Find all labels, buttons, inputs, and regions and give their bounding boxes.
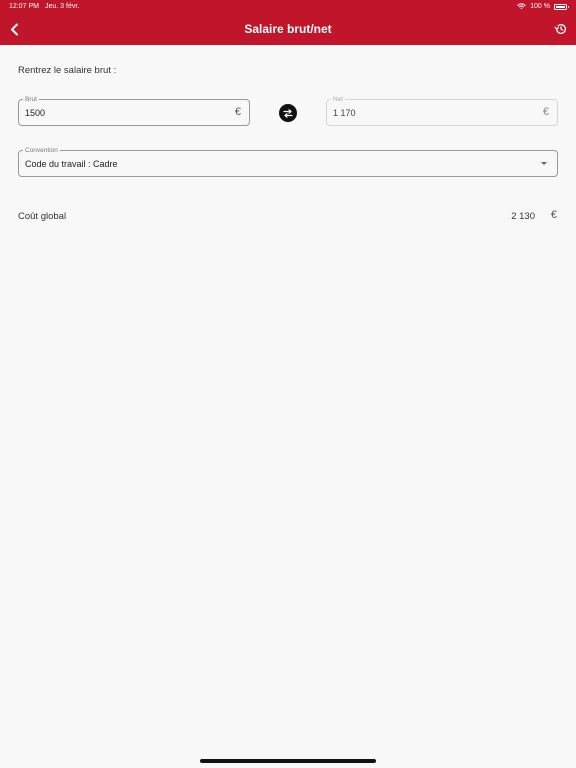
history-icon bbox=[554, 23, 567, 35]
status-bar: 12:07 PM Jeu. 3 févr. 100 % bbox=[0, 0, 576, 14]
wifi-icon bbox=[517, 3, 526, 10]
brut-euro-icon: € bbox=[234, 106, 241, 118]
cost-label: Coût global bbox=[18, 211, 67, 222]
page-title: Salaire brut/net bbox=[244, 22, 332, 36]
swap-icon bbox=[283, 108, 293, 118]
convention-value: Code du travail : Cadre bbox=[25, 159, 118, 169]
status-right: 100 % bbox=[517, 3, 569, 10]
net-euro-icon: € bbox=[542, 106, 549, 118]
net-field[interactable]: Net 1 170 € bbox=[326, 95, 558, 126]
salary-prompt: Rentrez le salaire brut : bbox=[18, 65, 117, 76]
chevron-down-icon bbox=[541, 162, 547, 165]
net-label: Net bbox=[331, 95, 346, 104]
cost-euro-icon: € bbox=[550, 209, 557, 221]
cost-value: 2 130 bbox=[511, 211, 535, 222]
convention-select[interactable]: Convention Code du travail : Cadre bbox=[18, 146, 558, 177]
home-indicator[interactable] bbox=[200, 759, 376, 763]
status-time: 12:07 PM bbox=[9, 3, 39, 10]
battery-percent: 100 % bbox=[530, 3, 550, 10]
brut-field[interactable]: Brut 1500 € bbox=[18, 95, 250, 126]
brut-label: Brut bbox=[23, 95, 39, 104]
battery-icon bbox=[554, 3, 569, 10]
status-date: Jeu. 3 févr. bbox=[45, 3, 80, 10]
app-header: 12:07 PM Jeu. 3 févr. 100 % Salaire brut… bbox=[0, 0, 576, 45]
history-button[interactable] bbox=[552, 20, 570, 38]
brut-value: 1500 bbox=[25, 108, 46, 118]
net-value: 1 170 bbox=[333, 108, 356, 118]
swap-button[interactable] bbox=[279, 104, 297, 122]
convention-label: Convention bbox=[23, 146, 60, 155]
